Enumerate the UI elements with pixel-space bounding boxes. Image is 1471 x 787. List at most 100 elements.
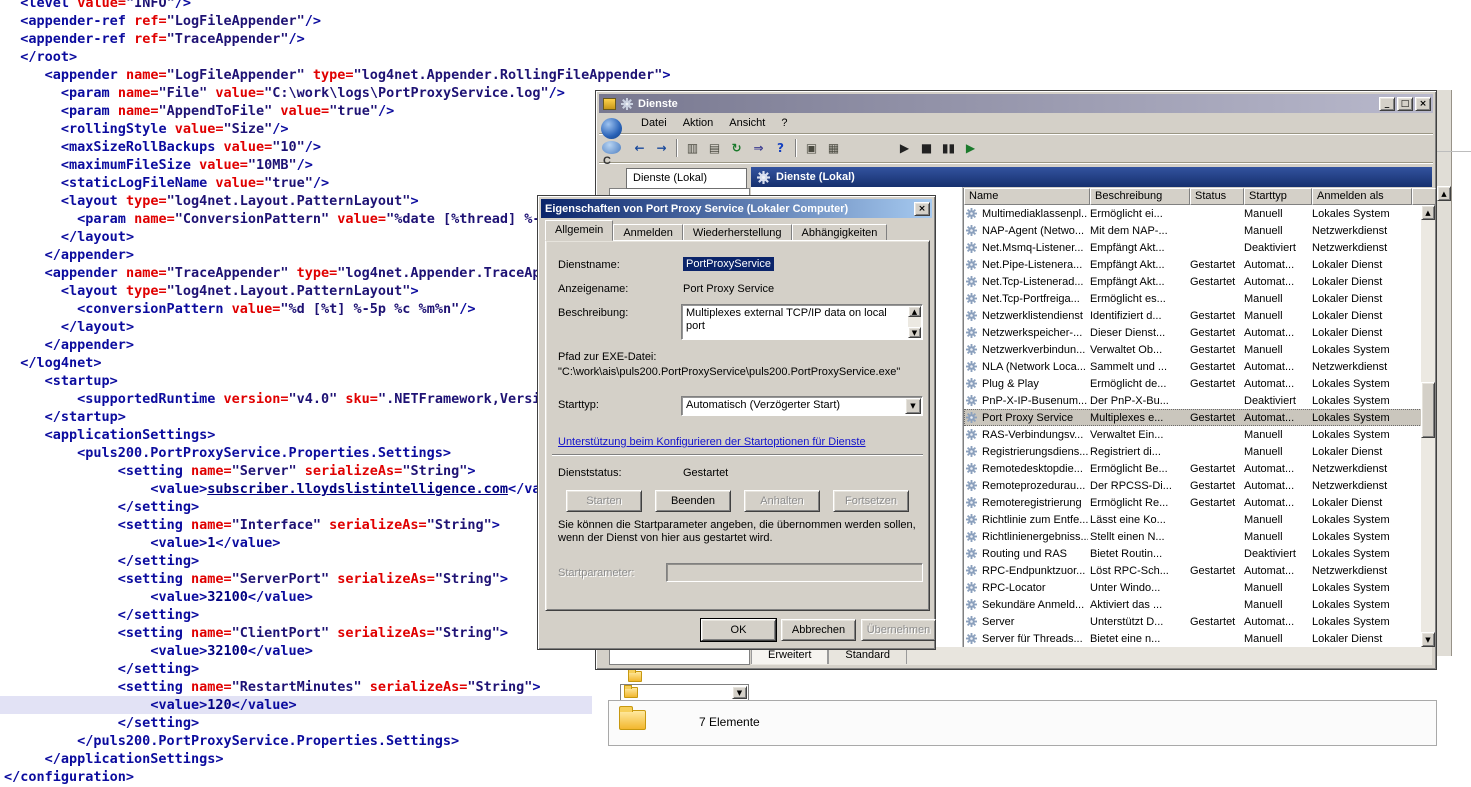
menu-hilfe[interactable]: ? bbox=[773, 115, 795, 131]
service-row[interactable]: RPC-LocatorUnter Windo...ManuellLokales … bbox=[964, 579, 1422, 596]
minimize-button[interactable]: _ bbox=[1379, 97, 1395, 111]
service-row[interactable]: RemoteregistrierungErmöglicht Re...Gesta… bbox=[964, 494, 1422, 511]
service-gear-icon bbox=[964, 395, 980, 406]
service-row[interactable]: Plug & PlayErmöglicht de...GestartetAuto… bbox=[964, 375, 1422, 392]
service-row[interactable]: Net.Tcp-Listenerad...Empfängt Akt...Gest… bbox=[964, 273, 1422, 290]
startoptionen-link[interactable]: Unterstützung beim Konfigurieren der Sta… bbox=[558, 436, 866, 448]
service-row[interactable]: Netzwerkspeicher-...Dieser Dienst...Gest… bbox=[964, 324, 1422, 341]
service-row[interactable]: Server für Threads...Bietet eine n...Man… bbox=[964, 630, 1422, 647]
starttyp-combobox[interactable]: Automatisch (Verzögerter Start) bbox=[681, 396, 923, 416]
refresh-icon[interactable]: ↻ bbox=[726, 138, 747, 158]
scroll-down-icon[interactable] bbox=[1421, 632, 1435, 647]
show-console-tree-icon[interactable]: ▥ bbox=[682, 138, 703, 158]
uebernehmen-button[interactable]: Übernehmen bbox=[861, 619, 936, 641]
tab-wiederherstellung[interactable]: Wiederherstellung bbox=[683, 224, 792, 241]
tab-anmelden[interactable]: Anmelden bbox=[613, 224, 683, 241]
column-header-name[interactable]: Name bbox=[964, 188, 1090, 205]
scroll-up-icon[interactable] bbox=[1437, 186, 1451, 201]
dienstname-value[interactable]: PortProxyService bbox=[683, 257, 774, 271]
column-header-anmelden-als[interactable]: Anmelden als bbox=[1312, 188, 1412, 205]
beschreibung-scrollbar[interactable] bbox=[908, 306, 921, 338]
service-status: Gestartet bbox=[1188, 565, 1242, 577]
service-row[interactable]: Richtlinie zum Entfe...Lässt eine Ko...M… bbox=[964, 511, 1422, 528]
anhalten-button[interactable]: Anhalten bbox=[744, 490, 820, 512]
scrollbar-thumb[interactable] bbox=[1421, 382, 1435, 438]
startparameter-input[interactable] bbox=[666, 563, 923, 582]
list-header: NameBeschreibungStatusStarttypAnmelden a… bbox=[964, 188, 1435, 205]
export-list-icon[interactable]: ▤ bbox=[704, 138, 725, 158]
service-row[interactable]: Remotedesktopdie...Ermöglicht Be...Gesta… bbox=[964, 460, 1422, 477]
pause-service-icon[interactable]: ▮▮ bbox=[938, 138, 959, 158]
service-row[interactable]: RPC-Endpunktzuor...Löst RPC-Sch...Gestar… bbox=[964, 562, 1422, 579]
stop-service-icon[interactable]: ■ bbox=[916, 138, 937, 158]
column-header-beschreibung[interactable]: Beschreibung bbox=[1090, 188, 1190, 205]
service-row[interactable]: Port Proxy ServiceMultiplexes e...Gestar… bbox=[964, 409, 1422, 426]
service-name: NLA (Network Loca... bbox=[980, 361, 1088, 373]
list-scrollbar[interactable] bbox=[1421, 205, 1435, 647]
back-icon[interactable]: ← bbox=[629, 138, 650, 158]
beenden-button[interactable]: Beenden bbox=[655, 490, 731, 512]
service-row[interactable]: Netzwerkverbindun...Verwaltet Ob...Gesta… bbox=[964, 341, 1422, 358]
starten-button[interactable]: Starten bbox=[566, 490, 642, 512]
export-icon[interactable]: ⇒ bbox=[748, 138, 769, 158]
beschreibung-box[interactable]: Multiplexes external TCP/IP data on loca… bbox=[681, 304, 923, 340]
code-line: </setting> bbox=[0, 714, 671, 732]
service-row[interactable]: Remoteprozedurau...Der RPCSS-Di...Gestar… bbox=[964, 477, 1422, 494]
service-row[interactable]: NAP-Agent (Netwo...Mit dem NAP-...Manuel… bbox=[964, 222, 1422, 239]
background-scrollbar[interactable] bbox=[1437, 90, 1452, 656]
abbrechen-button[interactable]: Abbrechen bbox=[781, 619, 856, 641]
tab-abhaengigkeiten[interactable]: Abhängigkeiten bbox=[792, 224, 888, 241]
service-row[interactable]: Net.Msmq-Listener...Empfängt Akt...Deakt… bbox=[964, 239, 1422, 256]
view-tab-erweitert[interactable]: Erweitert bbox=[751, 648, 828, 664]
window-titlebar[interactable]: Dienste _□× bbox=[599, 94, 1433, 113]
ok-button[interactable]: OK bbox=[701, 619, 776, 641]
service-logon: Lokales System bbox=[1310, 412, 1420, 424]
service-row[interactable]: NLA (Network Loca...Sammelt und ...Gesta… bbox=[964, 358, 1422, 375]
service-row[interactable]: ServerUnterstützt D...GestartetAutomat..… bbox=[964, 613, 1422, 630]
service-row[interactable]: Routing und RASBietet Routin...Deaktivie… bbox=[964, 545, 1422, 562]
scroll-down-icon[interactable] bbox=[908, 327, 921, 338]
menu-aktion[interactable]: Aktion bbox=[675, 115, 722, 131]
window2-icon[interactable]: ▦ bbox=[823, 138, 844, 158]
dropdown-arrow-icon[interactable] bbox=[905, 398, 921, 414]
scroll-up-icon[interactable] bbox=[1421, 205, 1435, 220]
menu-datei[interactable]: Datei bbox=[633, 115, 675, 131]
service-gear-icon bbox=[964, 497, 980, 508]
service-row[interactable]: RAS-Verbindungsv...Verwaltet Ein...Manue… bbox=[964, 426, 1422, 443]
start-service-icon[interactable]: ▶ bbox=[894, 138, 915, 158]
service-row[interactable]: Net.Pipe-Listenera...Empfängt Akt...Gest… bbox=[964, 256, 1422, 273]
forward-icon[interactable]: → bbox=[651, 138, 672, 158]
service-starttype: Manuell bbox=[1242, 293, 1310, 305]
help-icon[interactable]: ? bbox=[770, 138, 791, 158]
background-logo-fragment: C bbox=[600, 117, 624, 167]
service-row[interactable]: Richtlinienergebniss...Stellt einen N...… bbox=[964, 528, 1422, 545]
service-row[interactable]: Multimediaklassenpl...Ermöglicht ei...Ma… bbox=[964, 205, 1422, 222]
dropdown-arrow-icon[interactable] bbox=[732, 686, 747, 699]
view-tab-standard[interactable]: Standard bbox=[828, 648, 907, 664]
service-row[interactable]: Net.Tcp-Portfreiga...Ermöglicht es...Man… bbox=[964, 290, 1422, 307]
close-button[interactable]: × bbox=[1415, 97, 1431, 111]
service-row[interactable]: Registrierungsdiens...Registriert di...M… bbox=[964, 443, 1422, 460]
tab-allgemein[interactable]: Allgemein bbox=[545, 220, 613, 241]
maximize-button[interactable]: □ bbox=[1397, 97, 1413, 111]
folder-combobox[interactable] bbox=[620, 684, 749, 701]
service-starttype: Manuell bbox=[1242, 310, 1310, 322]
service-row[interactable]: NetzwerklistendienstIdentifiziert d...Ge… bbox=[964, 307, 1422, 324]
service-row[interactable]: Sekundäre Anmeld...Aktiviert das ...Manu… bbox=[964, 596, 1422, 613]
window-icon[interactable]: ▣ bbox=[801, 138, 822, 158]
column-header-status[interactable]: Status bbox=[1190, 188, 1244, 205]
toolbar: ←→▥▤↻⇒?▣▦▶■▮▮▶ bbox=[599, 134, 1433, 163]
dialog-titlebar[interactable]: Eigenschaften von Port Proxy Service (Lo… bbox=[541, 199, 932, 218]
column-header-starttyp[interactable]: Starttyp bbox=[1244, 188, 1312, 205]
service-name: RPC-Locator bbox=[980, 582, 1088, 594]
restart-service-icon[interactable]: ▶ bbox=[960, 138, 981, 158]
close-button[interactable]: × bbox=[914, 202, 930, 216]
service-row[interactable]: PnP-X-IP-Busenum...Der PnP-X-Bu...Deakti… bbox=[964, 392, 1422, 409]
code-line: <param name="File" value="C:\work\logs\P… bbox=[0, 84, 671, 102]
service-status: Gestartet bbox=[1188, 497, 1242, 509]
scroll-up-icon[interactable] bbox=[908, 306, 921, 317]
menu-ansicht[interactable]: Ansicht bbox=[721, 115, 773, 131]
folder-list-item[interactable] bbox=[628, 671, 642, 685]
fortsetzen-button[interactable]: Fortsetzen bbox=[833, 490, 909, 512]
console-tree-tab[interactable]: Dienste (Lokal) bbox=[626, 168, 747, 189]
